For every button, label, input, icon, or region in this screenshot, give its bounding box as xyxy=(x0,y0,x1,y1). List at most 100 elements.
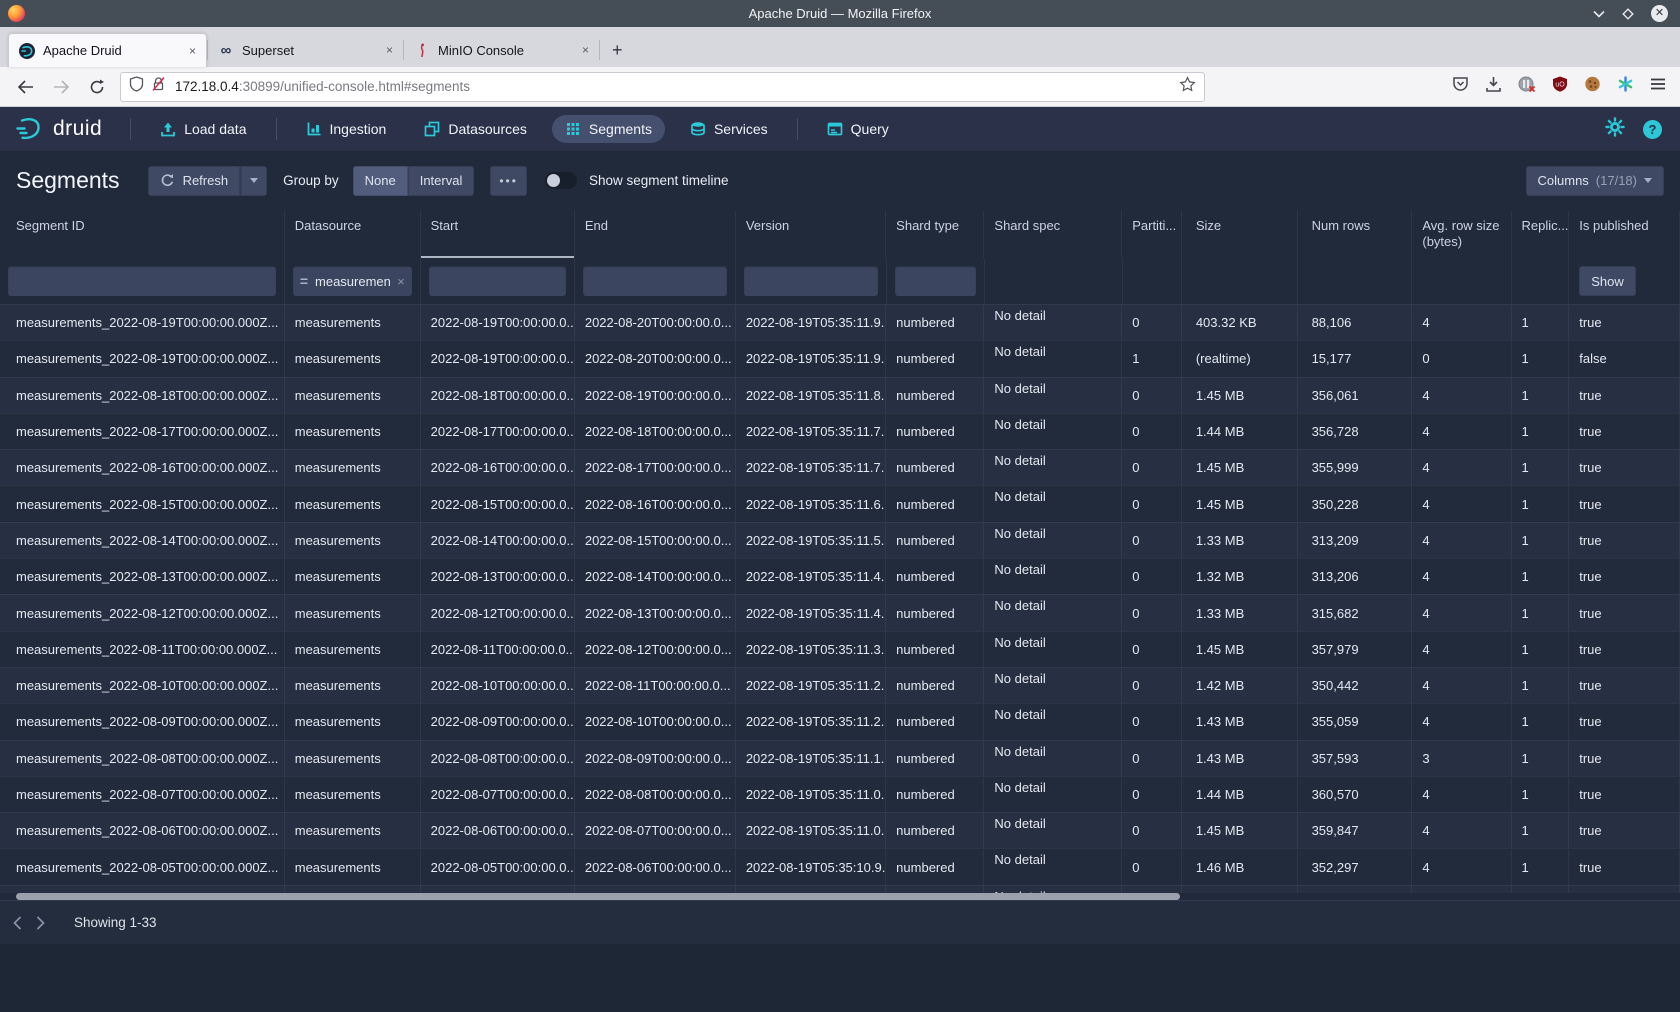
cell-datasource: measurements xyxy=(285,849,421,884)
cell-size: 1.43 MB xyxy=(1182,741,1298,776)
columns-button[interactable]: Columns (17/18) xyxy=(1526,166,1665,196)
window-maximize-icon[interactable] xyxy=(1622,8,1634,20)
new-tab-button[interactable]: + xyxy=(600,40,635,67)
cookie-extension-icon[interactable] xyxy=(1584,76,1601,97)
cell-shard-spec: No detail xyxy=(984,886,1122,893)
cell-datasource: measurements xyxy=(285,523,421,558)
column-header-version[interactable]: Version xyxy=(736,210,886,258)
cell-replication: 1 xyxy=(1512,559,1570,594)
cell-shard-spec: No detail xyxy=(984,668,1122,703)
tab-superset[interactable]: ∞ Superset × xyxy=(208,33,403,67)
cell-shard-spec: No detail xyxy=(984,450,1122,485)
cell-start: 2022-08-17T00:00:00.0... xyxy=(421,414,575,449)
filter-cell-partition xyxy=(1123,258,1183,304)
cell-end: 2022-08-12T00:00:00.0... xyxy=(575,632,736,667)
nav-query[interactable]: Query xyxy=(814,115,902,143)
cell-start: 2022-08-08T00:00:00.0... xyxy=(421,741,575,776)
more-options-button[interactable]: ••• xyxy=(490,166,527,196)
refresh-button[interactable]: Refresh xyxy=(148,166,241,196)
downloads-icon[interactable] xyxy=(1485,76,1502,97)
column-header-segment-id[interactable]: Segment ID xyxy=(0,210,285,258)
column-header-datasource[interactable]: Datasource xyxy=(285,210,421,258)
nav-load-data[interactable]: Load data xyxy=(147,115,259,143)
prev-page-icon[interactable] xyxy=(12,915,23,931)
filter-input-shard-type[interactable] xyxy=(895,266,976,296)
column-header-size[interactable]: Size xyxy=(1182,210,1298,258)
window-titlebar: Apache Druid — Mozilla Firefox ✕ xyxy=(0,0,1680,27)
tab-label: Superset xyxy=(242,43,372,58)
tab-close-icon[interactable]: × xyxy=(386,43,393,57)
forward-button-icon[interactable] xyxy=(48,74,74,100)
group-by-none-button[interactable]: None xyxy=(353,166,408,196)
help-icon[interactable]: ? xyxy=(1643,120,1662,139)
cell-avg-row-size: 4 xyxy=(1412,849,1511,884)
cell-size: (realtime) xyxy=(1182,341,1298,376)
column-header-start[interactable]: Start xyxy=(421,210,575,258)
containers-asterisk-icon[interactable] xyxy=(1617,76,1634,97)
nav-datasources[interactable]: Datasources xyxy=(411,115,540,143)
segment-timeline-toggle[interactable] xyxy=(545,172,577,189)
extension-blocked-icon[interactable] xyxy=(1518,76,1536,98)
horizontal-scrollbar[interactable] xyxy=(0,893,1680,900)
column-header-partition[interactable]: Partiti... xyxy=(1122,210,1182,258)
table-body: measurements_2022-08-19T00:00:00.000Z...… xyxy=(0,304,1680,893)
reload-button-icon[interactable] xyxy=(84,74,110,100)
nav-ingestion[interactable]: Ingestion xyxy=(293,115,400,143)
bookmark-star-icon[interactable] xyxy=(1179,76,1196,97)
group-by-interval-button[interactable]: Interval xyxy=(408,166,475,196)
tab-close-icon[interactable]: × xyxy=(189,44,196,58)
is-published-show-button[interactable]: Show xyxy=(1579,266,1636,296)
tab-label: MinIO Console xyxy=(438,43,568,58)
insecure-lock-icon[interactable] xyxy=(151,76,166,97)
ublock-origin-icon[interactable]: uO xyxy=(1552,76,1568,97)
cell-num-rows: 15,177 xyxy=(1298,341,1413,376)
tab-minio-console[interactable]: MinIO Console × xyxy=(404,33,599,67)
window-close-icon[interactable]: ✕ xyxy=(1651,5,1668,22)
druid-logo-icon xyxy=(14,116,44,142)
filter-input-end[interactable] xyxy=(583,266,727,296)
cell-num-rows: 355,059 xyxy=(1298,704,1413,739)
window-minimize-icon[interactable] xyxy=(1593,10,1605,18)
datasource-filter-tag[interactable]: =measurements× xyxy=(293,266,412,296)
refresh-dropdown-button[interactable] xyxy=(240,166,267,196)
cell-size: 1.42 MB xyxy=(1182,668,1298,703)
back-button-icon[interactable] xyxy=(12,74,38,100)
column-header-avg-row-size[interactable]: Avg. row size (bytes) xyxy=(1412,210,1511,258)
tracking-shield-icon[interactable] xyxy=(129,76,144,97)
druid-logo[interactable]: druid xyxy=(0,116,120,142)
filter-input-segment-id[interactable] xyxy=(8,266,276,296)
column-header-shard-spec[interactable]: Shard spec xyxy=(984,210,1122,258)
cell-datasource: measurements xyxy=(285,741,421,776)
column-header-num-rows[interactable]: Num rows xyxy=(1298,210,1413,258)
column-header-shard-type[interactable]: Shard type xyxy=(886,210,984,258)
cell-avg-row-size: 4 xyxy=(1412,595,1511,630)
table-row: measurements_2022-08-10T00:00:00.000Z...… xyxy=(0,667,1680,703)
tab-close-icon[interactable]: × xyxy=(582,43,589,57)
nav-label: Ingestion xyxy=(330,121,387,137)
cell-partition: 0 xyxy=(1122,450,1182,485)
scrollbar-thumb[interactable] xyxy=(16,893,1180,900)
table-header-row: Segment IDDatasourceStartEndVersionShard… xyxy=(0,210,1680,258)
cell-is-published: false xyxy=(1569,341,1680,376)
column-header-replication[interactable]: Replic... xyxy=(1512,210,1570,258)
url-bar[interactable]: 172.18.0.4:30899/unified-console.html#se… xyxy=(120,72,1205,102)
cell-is-published: true xyxy=(1569,523,1680,558)
cell-version: 2022-08-19T05:35:11.8... xyxy=(736,378,886,413)
filter-input-start[interactable] xyxy=(429,266,566,296)
settings-gear-icon[interactable] xyxy=(1605,117,1625,142)
pocket-icon[interactable] xyxy=(1452,76,1469,97)
tab-apache-druid[interactable]: Apache Druid × xyxy=(8,33,207,67)
filter-clear-icon[interactable]: × xyxy=(397,274,405,289)
cell-replication: 1 xyxy=(1512,378,1570,413)
next-page-icon[interactable] xyxy=(35,915,46,931)
filter-input-version[interactable] xyxy=(744,266,877,296)
cell-shard-type: numbered xyxy=(886,741,984,776)
column-header-is-published[interactable]: Is published xyxy=(1569,210,1680,258)
druid-favicon-icon xyxy=(19,43,35,59)
nav-services[interactable]: Services xyxy=(677,115,781,143)
nav-segments[interactable]: Segments xyxy=(552,115,665,143)
cell-size: 403.32 KB xyxy=(1182,305,1298,340)
url-text[interactable]: 172.18.0.4:30899/unified-console.html#se… xyxy=(175,79,1179,94)
menu-hamburger-icon[interactable] xyxy=(1650,77,1666,96)
column-header-end[interactable]: End xyxy=(575,210,736,258)
